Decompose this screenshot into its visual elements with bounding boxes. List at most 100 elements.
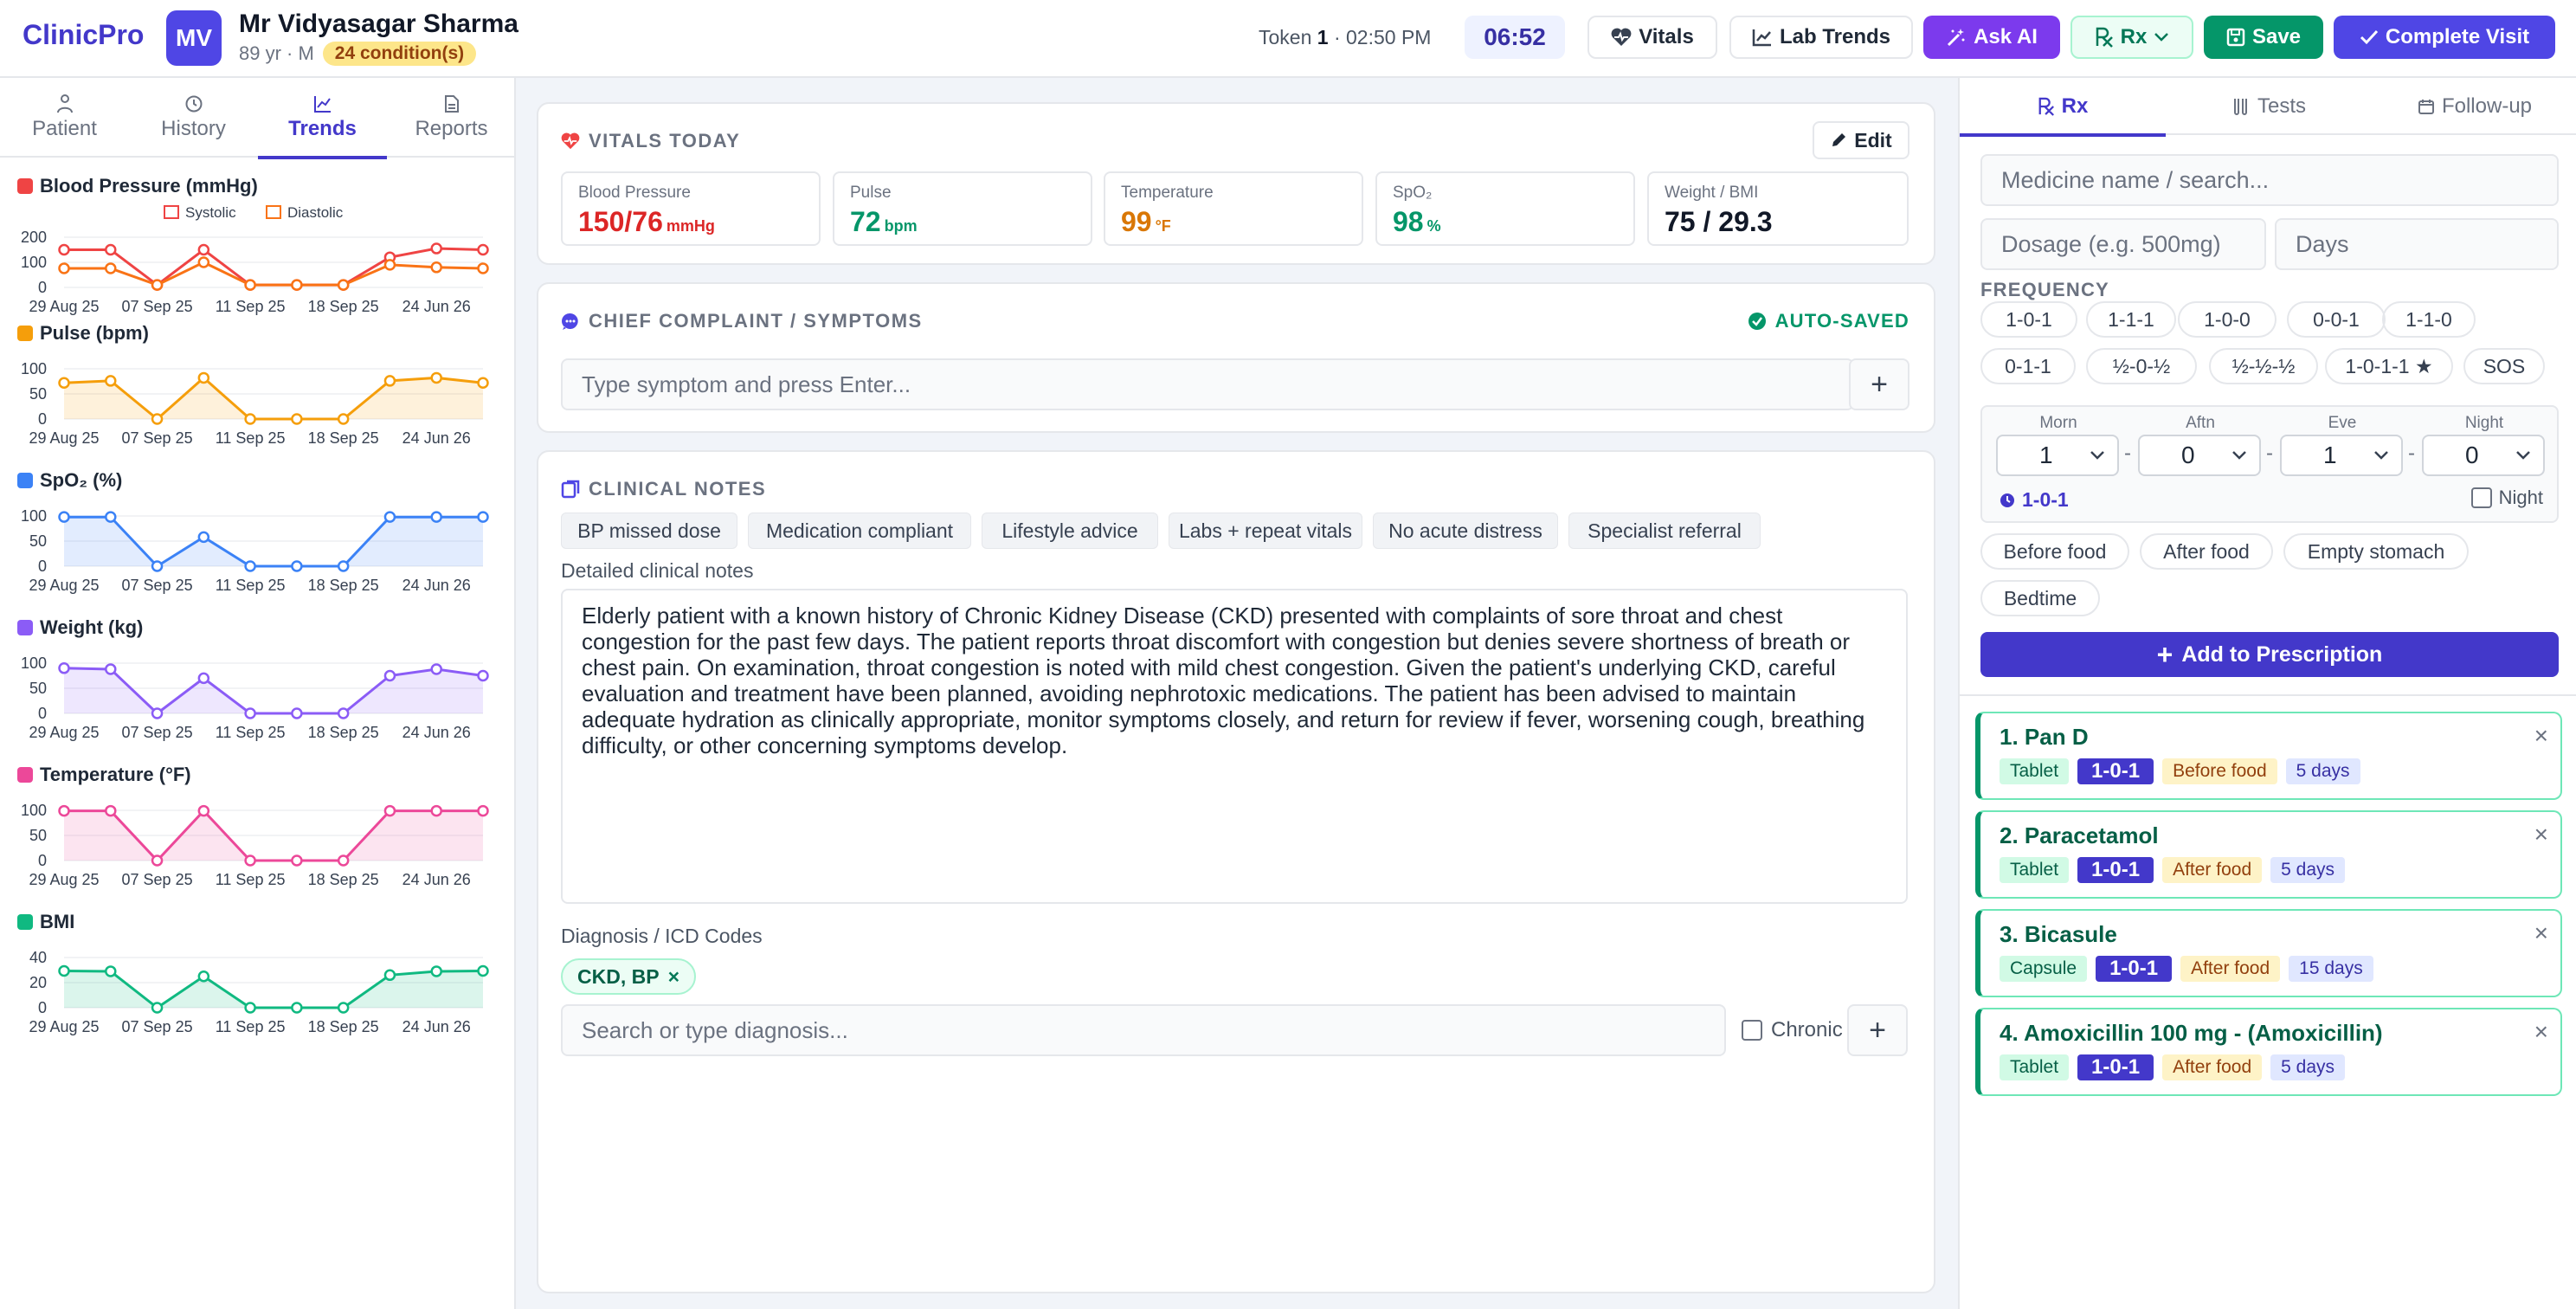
data-point[interactable] bbox=[105, 243, 117, 256]
frequency-option[interactable]: 1-0-1-1 ★ bbox=[2325, 348, 2453, 384]
data-point[interactable] bbox=[291, 1002, 303, 1014]
remove-icon[interactable]: × bbox=[2534, 919, 2548, 947]
prescription-item[interactable]: 4. Amoxicillin 100 mg - (Amoxicillin) × Ta… bbox=[1975, 1008, 2562, 1096]
data-point[interactable] bbox=[430, 242, 442, 255]
data-point[interactable] bbox=[383, 669, 396, 682]
data-point[interactable] bbox=[477, 377, 489, 389]
data-point[interactable] bbox=[337, 560, 350, 572]
data-point[interactable] bbox=[337, 1002, 350, 1014]
dosage-input[interactable]: Dosage (e.g. 500mg) bbox=[1980, 218, 2266, 270]
prescription-item[interactable]: 2. Paracetamol × Tablet 1-0-1 After food 5 da… bbox=[1975, 810, 2562, 899]
data-point[interactable] bbox=[244, 707, 256, 719]
edit-vitals-button[interactable]: Edit bbox=[1813, 121, 1909, 159]
night-checkbox[interactable]: Night bbox=[2470, 487, 2543, 509]
medicine-search-input[interactable]: Medicine name / search... bbox=[1980, 154, 2559, 206]
data-point[interactable] bbox=[244, 279, 256, 291]
data-point[interactable] bbox=[244, 854, 256, 867]
data-point[interactable] bbox=[58, 662, 70, 674]
add-symptom-button[interactable]: + bbox=[1849, 358, 1909, 410]
frequency-option[interactable]: 0-1-1 bbox=[1980, 348, 2076, 384]
frequency-option[interactable]: 1-1-1 bbox=[2086, 301, 2176, 338]
data-point[interactable] bbox=[151, 413, 164, 425]
data-point[interactable] bbox=[151, 1002, 164, 1014]
frequency-option[interactable]: ½-0-½ bbox=[2086, 348, 2197, 384]
remove-icon[interactable]: × bbox=[2534, 1018, 2548, 1046]
data-point[interactable] bbox=[105, 663, 117, 675]
timing-option[interactable]: Empty stomach bbox=[2283, 533, 2469, 570]
vitals-button[interactable]: Vitals bbox=[1587, 16, 1717, 59]
data-point[interactable] bbox=[430, 371, 442, 384]
quick-phrase-chip[interactable]: Lifestyle advice bbox=[982, 513, 1158, 549]
diagnosis-search-input[interactable]: Search or type diagnosis... bbox=[561, 1004, 1726, 1056]
data-point[interactable] bbox=[383, 969, 396, 982]
tab-history[interactable]: History bbox=[129, 78, 258, 158]
frequency-option[interactable]: ½-½-½ bbox=[2209, 348, 2318, 384]
complete-visit-button[interactable]: Complete Visit bbox=[2334, 16, 2555, 59]
add-to-prescription-button[interactable]: + Add to Prescription bbox=[1980, 632, 2559, 677]
frequency-option[interactable]: 1-1-0 bbox=[2382, 301, 2476, 338]
remove-chip-icon[interactable]: × bbox=[668, 965, 679, 989]
data-point[interactable] bbox=[430, 511, 442, 523]
tab-trends[interactable]: Trends bbox=[258, 78, 387, 159]
add-diagnosis-button[interactable]: + bbox=[1847, 1004, 1908, 1056]
frequency-option[interactable]: 1-0-0 bbox=[2178, 301, 2277, 338]
data-point[interactable] bbox=[291, 279, 303, 291]
data-point[interactable] bbox=[430, 965, 442, 977]
dose-select[interactable]: 1 bbox=[2280, 435, 2403, 476]
prescription-item[interactable]: 1. Pan D × Tablet 1-0-1 Before food 5 days bbox=[1975, 712, 2562, 800]
quick-phrase-chip[interactable]: No acute distress bbox=[1373, 513, 1558, 549]
data-point[interactable] bbox=[383, 804, 396, 817]
chronic-checkbox[interactable]: Chronic bbox=[1742, 1018, 1843, 1042]
data-point[interactable] bbox=[151, 854, 164, 867]
data-point[interactable] bbox=[105, 965, 117, 977]
timing-option[interactable]: After food bbox=[2140, 533, 2273, 570]
data-point[interactable] bbox=[383, 375, 396, 387]
dose-select[interactable]: 1 bbox=[1996, 435, 2119, 476]
data-point[interactable] bbox=[58, 377, 70, 389]
clinical-notes-textarea[interactable]: Elderly patient with a known history of … bbox=[561, 589, 1908, 904]
data-point[interactable] bbox=[197, 243, 210, 256]
data-point[interactable] bbox=[477, 511, 489, 523]
data-point[interactable] bbox=[430, 804, 442, 817]
data-point[interactable] bbox=[244, 413, 256, 425]
data-point[interactable] bbox=[105, 804, 117, 817]
frequency-option[interactable]: SOS bbox=[2463, 348, 2545, 384]
timing-option[interactable]: Before food bbox=[1980, 533, 2129, 570]
data-point[interactable] bbox=[58, 262, 70, 274]
data-point[interactable] bbox=[244, 1002, 256, 1014]
data-point[interactable] bbox=[430, 663, 442, 675]
tab-reports[interactable]: Reports bbox=[387, 78, 516, 158]
data-point[interactable] bbox=[151, 560, 164, 572]
data-point[interactable] bbox=[477, 243, 489, 256]
data-point[interactable] bbox=[383, 259, 396, 271]
data-point[interactable] bbox=[244, 560, 256, 572]
data-point[interactable] bbox=[477, 669, 489, 682]
data-point[interactable] bbox=[337, 413, 350, 425]
tab-patient[interactable]: Patient bbox=[0, 78, 129, 158]
quick-phrase-chip[interactable]: Labs + repeat vitals bbox=[1169, 513, 1362, 549]
data-point[interactable] bbox=[197, 970, 210, 983]
dose-select[interactable]: 0 bbox=[2138, 435, 2261, 476]
dose-select[interactable]: 0 bbox=[2422, 435, 2545, 476]
data-point[interactable] bbox=[58, 511, 70, 523]
conditions-badge[interactable]: 24 condition(s) bbox=[322, 42, 477, 66]
data-point[interactable] bbox=[337, 854, 350, 867]
data-point[interactable] bbox=[197, 371, 210, 384]
tab-rx[interactable]: Rx bbox=[1960, 78, 2166, 137]
save-button[interactable]: Save bbox=[2204, 16, 2323, 59]
symptom-input[interactable]: Type symptom and press Enter... bbox=[561, 358, 1854, 410]
quick-phrase-chip[interactable]: BP missed dose bbox=[561, 513, 737, 549]
data-point[interactable] bbox=[151, 279, 164, 291]
rx-dropdown-button[interactable]: Rx bbox=[2070, 16, 2193, 59]
data-point[interactable] bbox=[337, 707, 350, 719]
quick-phrase-chip[interactable]: Medication compliant bbox=[748, 513, 971, 549]
frequency-option[interactable]: 0-0-1 bbox=[2287, 301, 2386, 338]
data-point[interactable] bbox=[58, 804, 70, 817]
tab-follow-up[interactable]: Follow-up bbox=[2372, 78, 2576, 135]
data-point[interactable] bbox=[197, 672, 210, 685]
data-point[interactable] bbox=[105, 511, 117, 523]
days-input[interactable]: Days bbox=[2275, 218, 2559, 270]
data-point[interactable] bbox=[430, 261, 442, 274]
data-point[interactable] bbox=[105, 262, 117, 274]
frequency-option[interactable]: 1-0-1 bbox=[1980, 301, 2077, 338]
